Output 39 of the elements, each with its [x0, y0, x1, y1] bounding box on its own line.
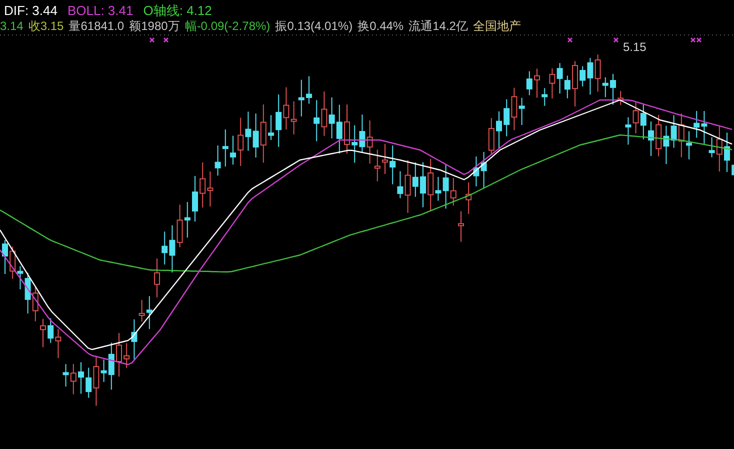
candlestick: [420, 162, 426, 208]
high-price-label: 5.15: [623, 40, 646, 54]
cross-mark-icon: [568, 38, 572, 42]
legend-label: DIF: 3.44: [4, 3, 58, 19]
candlestick: [78, 362, 84, 394]
candlestick: [116, 332, 122, 378]
cross-mark-icon: [164, 38, 168, 42]
cross-mark-icon: [614, 38, 618, 42]
quote-field: 额1980万: [129, 19, 180, 34]
candlestick: [618, 90, 624, 106]
quote-field: 流通14.2亿: [408, 19, 468, 34]
candlestick: [192, 175, 198, 222]
candlestick: [382, 143, 388, 174]
quote-field: 量61841.0: [68, 19, 124, 34]
quote-field: 全国地产: [472, 19, 521, 34]
legend-label: BOLL: 3.41: [67, 3, 134, 19]
candlestick: [732, 164, 734, 176]
candlestick: [496, 110, 502, 149]
candlestick: [2, 240, 8, 274]
candlestick: [40, 318, 46, 348]
candlestick: [534, 68, 540, 98]
quote-field: 收3.15: [28, 19, 64, 34]
quote-field: 振0.13(4.01%): [275, 19, 353, 34]
cross-mark-icon: [150, 38, 154, 42]
candlestick: [230, 135, 236, 166]
quote-field: 换0.44%: [358, 19, 404, 34]
quote-field: 3.14: [0, 19, 24, 34]
candlestick: [686, 130, 692, 160]
candlestick: [344, 104, 350, 154]
candlestick: [268, 114, 274, 141]
candlestick: [572, 60, 578, 107]
candlestick: [458, 210, 464, 242]
quote-field: 幅-0.09(-2.78%): [184, 19, 270, 34]
legend-label: O轴线: 4.12: [143, 3, 212, 19]
candlestick: [648, 120, 654, 156]
candlestick: [610, 73, 616, 106]
candlestick: [154, 258, 160, 298]
candlestick: [306, 76, 312, 104]
candlestick: [724, 132, 730, 172]
